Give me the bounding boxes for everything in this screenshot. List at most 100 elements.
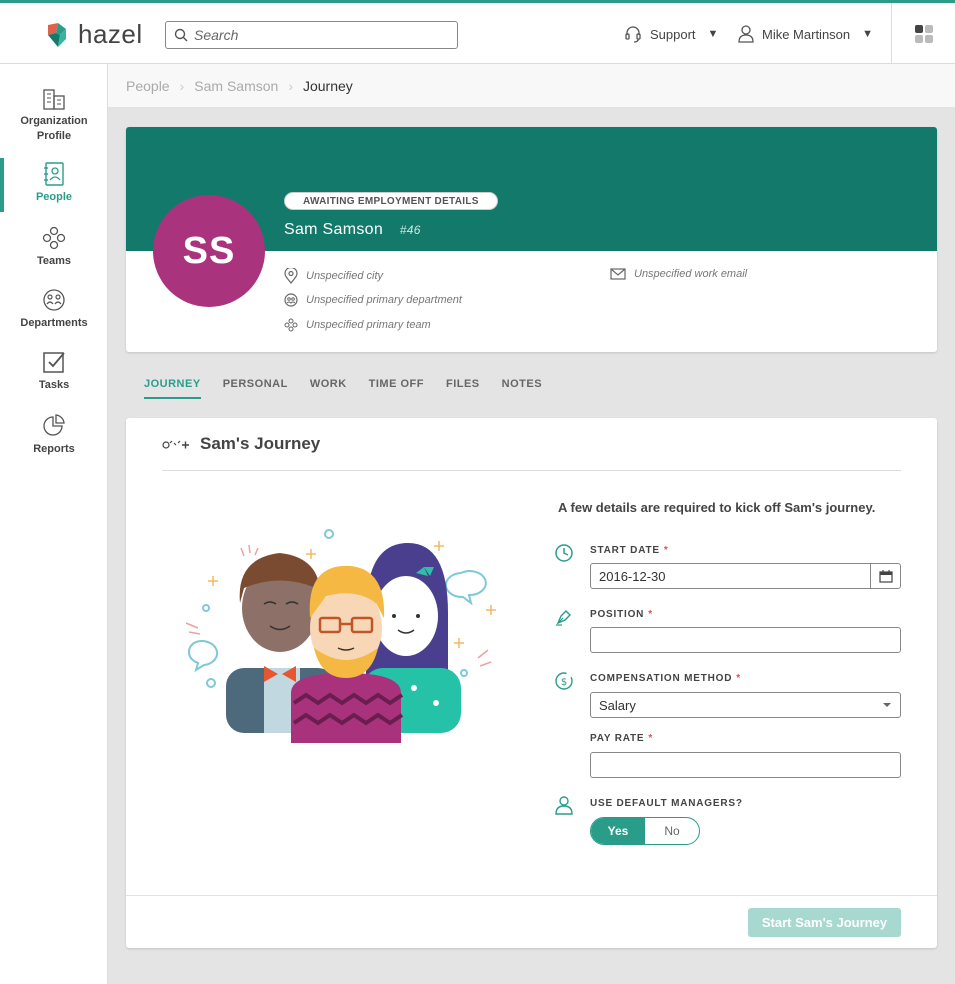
chevron-right-icon: › bbox=[288, 77, 293, 94]
required-mark: * bbox=[648, 733, 654, 744]
compensation-label: COMPENSATION METHOD * bbox=[590, 673, 741, 684]
toggle-no-option[interactable]: No bbox=[645, 818, 699, 844]
sidebar: Organization Profile People Teams Depart… bbox=[0, 64, 108, 984]
app-switcher-button[interactable] bbox=[891, 3, 955, 64]
envelope-icon bbox=[610, 268, 626, 280]
user-icon bbox=[738, 25, 754, 43]
info-work-email-text: Unspecified work email bbox=[634, 268, 748, 280]
info-team-text: Unspecified primary team bbox=[306, 319, 431, 331]
support-label: Support bbox=[650, 26, 696, 42]
sidebar-item-label: Tasks bbox=[38, 379, 70, 391]
pay-rate-input[interactable] bbox=[590, 752, 901, 778]
svg-text:$: $ bbox=[561, 677, 567, 688]
divider bbox=[162, 470, 901, 471]
sidebar-item-label: Reports bbox=[33, 443, 75, 455]
checkbox-icon bbox=[43, 352, 65, 373]
tab-journey[interactable]: JOURNEY bbox=[144, 378, 201, 399]
departments-icon bbox=[43, 289, 65, 311]
manager-user-icon bbox=[555, 796, 573, 815]
info-city-text: Unspecified city bbox=[306, 270, 384, 282]
calendar-button[interactable] bbox=[870, 564, 900, 588]
tab-files[interactable]: FILES bbox=[446, 378, 480, 399]
start-date-input[interactable] bbox=[591, 564, 870, 588]
compensation-selected-value: Salary bbox=[599, 697, 636, 713]
journey-intro: A few details are required to kick off S… bbox=[558, 500, 876, 515]
info-city: Unspecified city bbox=[284, 268, 383, 284]
default-managers-label: USE DEFAULT MANAGERS? bbox=[590, 798, 743, 809]
apps-grid-icon bbox=[914, 24, 933, 43]
pie-chart-icon bbox=[43, 414, 65, 436]
breadcrumb: People › Sam Samson › Journey bbox=[108, 64, 955, 108]
profile-tabs: JOURNEY PERSONAL WORK TIME OFF FILES NOT… bbox=[144, 378, 542, 399]
sidebar-item-organization-profile[interactable]: Organization Profile bbox=[0, 88, 108, 144]
info-team: Unspecified primary team bbox=[284, 318, 431, 332]
info-work-email: Unspecified work email bbox=[610, 268, 747, 280]
person-id: #46 bbox=[399, 223, 421, 237]
compensation-icon: $ bbox=[555, 672, 573, 690]
breadcrumb-item-current: Journey bbox=[302, 77, 353, 94]
teams-icon bbox=[42, 226, 66, 250]
building-icon bbox=[43, 89, 65, 110]
user-name: Mike Martinson bbox=[762, 26, 851, 42]
pay-rate-label: PAY RATE * bbox=[590, 733, 654, 744]
profile-card: SS AWAITING EMPLOYMENT DETAILS Sam Samso… bbox=[126, 127, 937, 352]
person-name: Sam Samson #46 bbox=[284, 221, 421, 239]
search-icon bbox=[174, 28, 188, 42]
position-input[interactable] bbox=[590, 627, 901, 653]
support-menu[interactable]: Support ▼ bbox=[624, 25, 718, 43]
avatar[interactable]: SS bbox=[153, 195, 265, 307]
chevron-down-icon: ▼ bbox=[862, 28, 874, 40]
team-illustration bbox=[186, 529, 496, 743]
start-journey-button[interactable]: Start Sam's Journey bbox=[748, 908, 901, 937]
team-icon bbox=[284, 318, 298, 332]
sidebar-item-teams[interactable]: Teams bbox=[0, 226, 108, 269]
sidebar-item-reports[interactable]: Reports bbox=[0, 414, 108, 457]
sidebar-item-label: People bbox=[35, 191, 73, 203]
tab-work[interactable]: WORK bbox=[310, 378, 347, 399]
tab-notes[interactable]: NOTES bbox=[502, 378, 542, 399]
position-label: POSITION * bbox=[590, 609, 653, 620]
required-mark: * bbox=[648, 609, 653, 620]
journey-card: Sam's Journey A few details are required… bbox=[126, 418, 937, 948]
sidebar-item-label: Teams bbox=[36, 255, 72, 267]
tab-time-off[interactable]: TIME OFF bbox=[369, 378, 424, 399]
chevron-right-icon: › bbox=[179, 77, 185, 94]
hazel-logo[interactable]: hazel bbox=[44, 19, 143, 50]
journey-path-icon bbox=[162, 440, 189, 449]
hazel-leaf-icon bbox=[48, 22, 66, 47]
breadcrumb-item-people[interactable]: People bbox=[126, 78, 170, 94]
sidebar-item-label: Organization Profile bbox=[20, 115, 88, 142]
sidebar-item-label: Departments bbox=[20, 317, 88, 329]
search-box[interactable] bbox=[165, 21, 458, 49]
compensation-select[interactable]: Salary bbox=[590, 692, 901, 718]
default-managers-toggle[interactable]: Yes No bbox=[590, 817, 700, 845]
search-input[interactable] bbox=[194, 27, 444, 43]
location-pin-icon bbox=[284, 268, 298, 284]
sidebar-item-people[interactable]: People bbox=[0, 158, 108, 212]
pen-icon bbox=[556, 610, 571, 626]
breadcrumb-item-person[interactable]: Sam Samson bbox=[194, 78, 278, 94]
status-badge: AWAITING EMPLOYMENT DETAILS bbox=[284, 192, 498, 210]
info-department-text: Unspecified primary department bbox=[306, 294, 462, 306]
info-department: Unspecified primary department bbox=[284, 293, 462, 307]
person-name-text: Sam Samson bbox=[284, 221, 384, 238]
journey-title: Sam's Journey bbox=[200, 434, 321, 453]
clock-icon bbox=[555, 544, 573, 562]
start-date-label: START DATE * bbox=[590, 545, 669, 556]
sidebar-item-tasks[interactable]: Tasks bbox=[0, 350, 108, 393]
divider bbox=[126, 895, 937, 896]
required-mark: * bbox=[736, 673, 741, 684]
toggle-yes-option[interactable]: Yes bbox=[591, 818, 645, 844]
people-book-icon bbox=[44, 162, 64, 186]
headset-icon bbox=[625, 26, 641, 43]
calendar-icon bbox=[878, 569, 893, 583]
start-date-field[interactable] bbox=[590, 563, 901, 589]
chevron-down-icon: ▼ bbox=[707, 28, 719, 40]
user-menu[interactable]: Mike Martinson ▼ bbox=[738, 25, 873, 43]
dropdown-caret-icon bbox=[883, 703, 891, 707]
sidebar-item-departments[interactable]: Departments bbox=[0, 288, 108, 331]
journey-header: Sam's Journey bbox=[162, 434, 320, 454]
department-icon bbox=[284, 293, 298, 307]
required-mark: * bbox=[663, 545, 669, 556]
tab-personal[interactable]: PERSONAL bbox=[223, 378, 288, 399]
